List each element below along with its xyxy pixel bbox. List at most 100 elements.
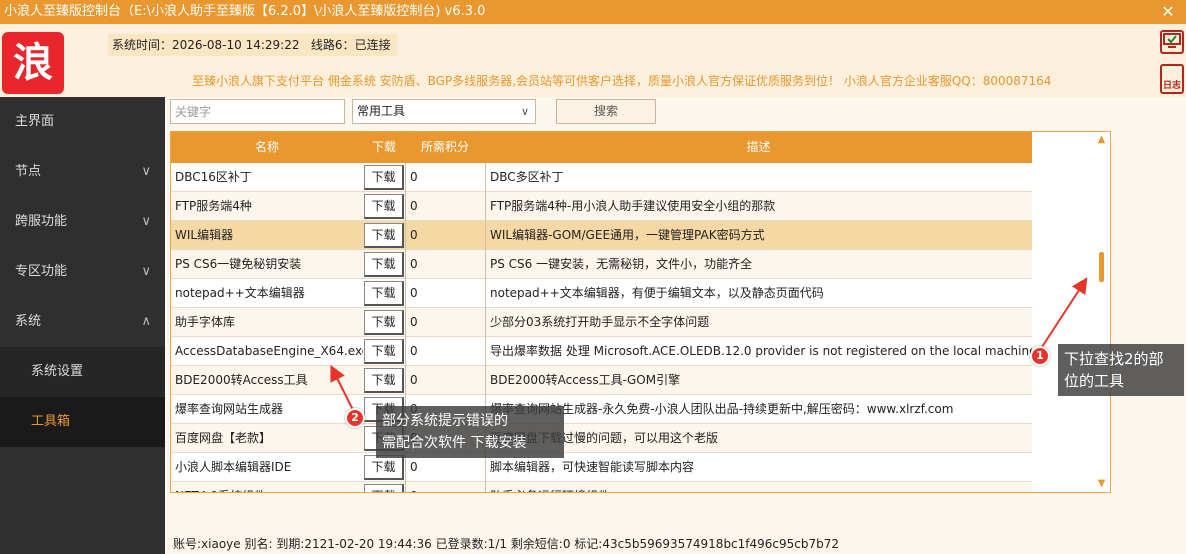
download-button[interactable]: 下载: [364, 455, 404, 480]
tool-name-cell: FTP服务端4种: [175, 199, 252, 213]
chevron-down-icon: ∨: [520, 105, 529, 118]
table-row[interactable]: 百度网盘【老款】下载0百度网盘下载过慢的问题，可以用这个老版: [171, 424, 1032, 453]
tool-name-cell: 百度网盘【老款】: [175, 431, 272, 445]
chevron-down-icon: ∨: [141, 214, 151, 229]
download-cell: 下载: [363, 192, 405, 221]
annotation-tooltip-1-line1: 下拉查找2的部: [1064, 350, 1164, 368]
annotation-tooltip-1: 下拉查找2的部 位的工具: [1058, 344, 1184, 396]
sidebar-item-system[interactable]: 系统 ∧: [0, 297, 165, 347]
line-label: 线路6：: [310, 38, 355, 52]
sidebar-item-label: 节点: [15, 164, 42, 179]
points-cell: 0: [405, 308, 485, 337]
download-cell: 下载: [363, 337, 405, 366]
sidebar-item-nodes[interactable]: 节点 ∨: [0, 147, 165, 197]
sidebar-subitem-settings[interactable]: 系统设置: [0, 347, 165, 397]
download-button[interactable]: 下载: [364, 310, 404, 335]
table-row[interactable]: WIL编辑器 下载 0 WIL编辑器-GOM/GEE通用，一键管理PAK密码方式: [171, 221, 1032, 250]
download-cell: 下载: [363, 482, 405, 492]
category-selected-value: 常用工具: [357, 104, 406, 118]
description-cell: 脚本编辑器，可快速智能读写脚本内容: [485, 453, 1032, 482]
sidebar: 主界面 节点 ∨ 跨服功能 ∨ 专区功能 ∨ 系统 ∧ 系统设置 工具箱: [0, 97, 165, 554]
description-cell: BDE2000转Access工具-GOM引擎: [485, 366, 1032, 395]
table-row[interactable]: PS CS6一键免秘钥安装 下载 0 PS CS6 一键安装，无需秘钥，文件小，功能齐…: [171, 250, 1032, 279]
download-button[interactable]: 下载: [364, 281, 404, 306]
scroll-down-arrow-icon[interactable]: ▼: [1093, 476, 1110, 492]
download-button[interactable]: 下载: [364, 223, 404, 248]
points-cell: 0: [405, 366, 485, 395]
tool-name-cell: WIL编辑器: [175, 228, 234, 242]
annotation-badge-1: 1: [1030, 346, 1050, 366]
download-cell: 下载: [363, 279, 405, 308]
annotation-tooltip-2: 部分系统提示错误的 需配合次软件 下载安装: [376, 406, 564, 458]
tool-name-cell: 助手字体库: [175, 315, 236, 329]
system-time-display: 系统时间：2026-08-10 14:29:22 线路6：已连接: [108, 34, 397, 56]
vertical-scrollbar[interactable]: ▲ ▼: [1093, 132, 1110, 492]
annotation-tooltip-2-line2: 需配合次软件 下载安装: [382, 435, 527, 451]
sidebar-item-cross-server[interactable]: 跨服功能 ∨: [0, 197, 165, 247]
app-logo: 浪: [2, 32, 64, 94]
description-cell: 百度网盘下载过慢的问题，可以用这个老版: [485, 424, 1032, 453]
table-row[interactable]: DBC16区补丁 下载 0 DBC多区补丁: [171, 163, 1032, 192]
annotation-badge-2: 2: [345, 408, 365, 428]
description-cell: FTP服务端4种-用小浪人助手建议使用安全小组的那款: [485, 192, 1032, 221]
header-right-icons: 日志: [1156, 24, 1186, 97]
download-button[interactable]: 下载: [364, 194, 404, 219]
download-button[interactable]: 下载: [364, 484, 404, 492]
sidebar-item-zone[interactable]: 专区功能 ∨: [0, 247, 165, 297]
download-cell: 下载: [363, 221, 405, 250]
tool-name-cell: PS CS6一键免秘钥安装: [175, 257, 302, 271]
column-header-points: 所需积分: [420, 140, 469, 154]
scrollbar-thumb[interactable]: [1099, 252, 1104, 282]
table-row[interactable]: BDE2000转Access工具 下载 0 BDE2000转Access工具-GOM引…: [171, 366, 1032, 395]
log-icon[interactable]: 日志: [1160, 64, 1184, 94]
window-title-bar: 小浪人至臻版控制台（E:\小浪人助手至臻版【6.2.0】\小浪人至臻版控制台) …: [0, 0, 1186, 24]
tool-name-cell: 爆率查询网站生成器: [175, 402, 284, 416]
points-cell: 0: [405, 192, 485, 221]
download-button[interactable]: 下载: [364, 368, 404, 393]
annotation-tooltip-2-line1: 部分系统提示错误的: [382, 413, 508, 429]
tool-name-cell: DBC16区补丁: [175, 170, 252, 184]
sidebar-subitem-label: 系统设置: [31, 364, 84, 379]
points-cell: 0: [405, 482, 485, 492]
sidebar-item-label: 专区功能: [15, 264, 68, 279]
table-row[interactable]: AccessDatabaseEngine_X64.exe 下载 0 导出爆率数据 处理…: [171, 337, 1032, 366]
system-time-label: 系统时间：: [112, 38, 173, 52]
annotation-tooltip-1-line2: 位的工具: [1064, 372, 1125, 390]
chevron-up-icon: ∧: [141, 314, 151, 329]
description-cell: 导出爆率数据 处理 Microsoft.ACE.OLEDB.12.0 provi…: [485, 337, 1032, 366]
sidebar-subitem-toolbox[interactable]: 工具箱: [0, 397, 165, 447]
monitor-icon[interactable]: [1160, 30, 1184, 54]
sidebar-item-label: 跨服功能: [15, 214, 68, 229]
column-header-name: 名称: [254, 140, 279, 154]
window-title: 小浪人至臻版控制台（E:\小浪人助手至臻版【6.2.0】\小浪人至臻版控制台) …: [4, 4, 486, 19]
download-cell: 下载: [363, 308, 405, 337]
line-status: 已连接: [354, 38, 391, 52]
description-cell: WIL编辑器-GOM/GEE通用，一键管理PAK密码方式: [485, 221, 1032, 250]
table-row[interactable]: 小浪人脚本编辑器IDE 下载 0 脚本编辑器，可快速智能读写脚本内容: [171, 453, 1032, 482]
tool-name-cell: notepad++文本编辑器: [175, 286, 305, 300]
column-header-download: 下载: [371, 140, 396, 154]
table-row[interactable]: notepad++文本编辑器 下载 0 notepad++文本编辑器，有便于编辑文本，…: [171, 279, 1032, 308]
tool-name-cell: 小浪人脚本编辑器IDE: [175, 460, 292, 474]
table-row[interactable]: NET4.0系统组件下载0助手必备运行环境组件: [171, 482, 1032, 492]
scroll-up-arrow-icon[interactable]: ▲: [1093, 132, 1110, 148]
points-cell: 0: [405, 221, 485, 250]
keyword-search-input[interactable]: [170, 99, 345, 124]
search-button[interactable]: 搜索: [556, 99, 656, 124]
category-select[interactable]: 常用工具 ∨: [352, 99, 536, 124]
table-row[interactable]: 助手字体库 下载 0 少部分03系统打开助手显示不全字体问题: [171, 308, 1032, 337]
tool-name-cell: BDE2000转Access工具: [175, 373, 308, 387]
status-bar: 账号:xiaoye 别名: 到期:2121-02-20 19:44:36 已登录…: [173, 537, 840, 551]
download-button[interactable]: 下载: [364, 339, 404, 364]
table-row[interactable]: 爆率查询网站生成器下载0爆率查询网站生成器-永久免费-小浪人团队出品-持续更新中…: [171, 395, 1032, 424]
chevron-down-icon: ∨: [141, 164, 151, 179]
download-cell: 下载: [363, 250, 405, 279]
download-button[interactable]: 下载: [364, 252, 404, 277]
table-header: 名称 下载 所需积分 描述: [171, 132, 1032, 163]
sidebar-item-home[interactable]: 主界面: [0, 97, 165, 147]
table-row[interactable]: FTP服务端4种 下载 0 FTP服务端4种-用小浪人助手建议使用安全小组的那款: [171, 192, 1032, 221]
close-button[interactable]: ✕: [1158, 0, 1178, 24]
points-cell: 0: [405, 163, 485, 192]
download-button[interactable]: 下载: [364, 165, 404, 190]
column-header-description: 描述: [746, 140, 771, 154]
